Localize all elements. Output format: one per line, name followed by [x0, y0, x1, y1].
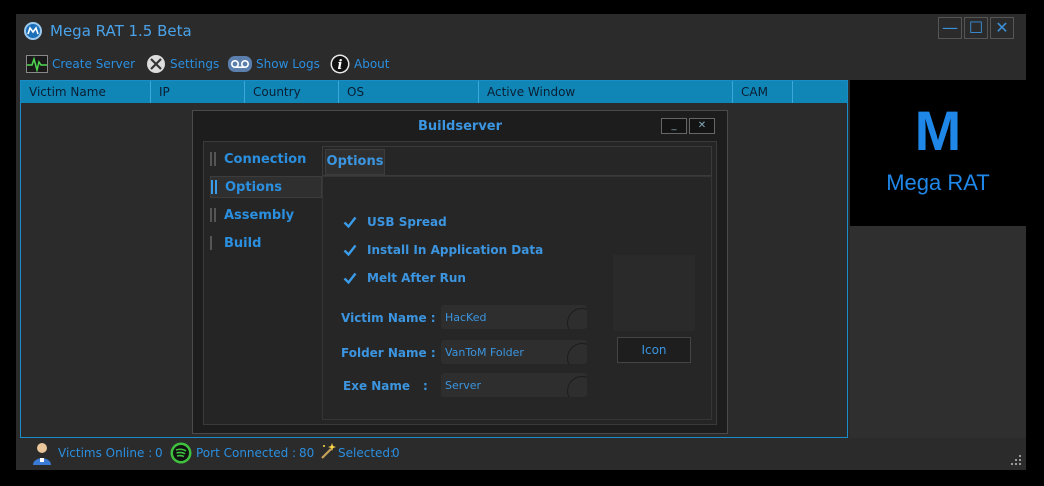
- folder-name-field[interactable]: [441, 340, 587, 364]
- port-connected-label: Port Connected :: [196, 446, 297, 460]
- sidebar-item-label: Assembly: [224, 207, 295, 223]
- icon-preview: [613, 255, 695, 331]
- pulse-monitor-icon: [26, 55, 48, 73]
- column-ip[interactable]: IP: [151, 81, 245, 103]
- status-bar: Victims Online : 0 Port Connected : 80 S…: [16, 438, 1026, 470]
- logo-name: Mega RAT: [886, 170, 990, 195]
- icon-button[interactable]: Icon: [617, 337, 691, 363]
- victim-name-label: Victim Name :: [341, 311, 436, 325]
- bars-icon: [210, 152, 218, 166]
- side-panel: [850, 226, 1026, 438]
- sidebar-item-label: Connection: [224, 151, 307, 167]
- column-cam[interactable]: CAM: [733, 81, 793, 103]
- column-active-window[interactable]: Active Window: [479, 81, 733, 103]
- folder-name-input[interactable]: [441, 340, 571, 364]
- exe-name-input[interactable]: [441, 373, 571, 397]
- svg-text:i: i: [338, 58, 343, 73]
- install-appdata-checkbox[interactable]: Install In Application Data: [343, 241, 543, 259]
- maximize-button[interactable]: ☐: [964, 17, 988, 39]
- selected-value: 0: [392, 446, 400, 460]
- check-icon: [343, 272, 357, 285]
- options-page: USB Spread Install In Application Data M…: [322, 176, 712, 420]
- close-button[interactable]: ✕: [990, 17, 1014, 39]
- title-bar[interactable]: Mega RAT 1.5 Beta — ☐ ✕: [16, 14, 1026, 48]
- exe-name-colon: :: [423, 379, 428, 393]
- checkbox-label: Melt After Run: [367, 271, 466, 285]
- sidebar-item-label: Options: [225, 179, 282, 195]
- dialog-body: Connection Options Assembly Build Option…: [203, 141, 717, 425]
- tools-icon: [147, 55, 165, 73]
- exe-name-label: Exe Name: [343, 379, 411, 393]
- settings-menu[interactable]: Settings: [146, 52, 219, 76]
- logo-panel: M Mega RAT: [850, 80, 1026, 226]
- show-logs-menu[interactable]: Show Logs: [228, 52, 320, 76]
- settings-label: Settings: [170, 57, 220, 71]
- window-title: Mega RAT 1.5 Beta: [50, 22, 192, 40]
- victims-online-value: 0: [155, 446, 163, 460]
- port-icon: [170, 442, 192, 464]
- folder-name-label: Folder Name :: [341, 346, 436, 360]
- grid-header: Victim Name IP Country OS Active Window …: [21, 81, 847, 103]
- dialog-title: Buildserver: [417, 119, 503, 134]
- checkbox-label: USB Spread: [367, 215, 447, 229]
- victim-name-input[interactable]: [441, 305, 571, 329]
- resize-grip-icon[interactable]: [1010, 454, 1022, 466]
- checkbox-label: Install In Application Data: [367, 243, 544, 257]
- tab-options[interactable]: Options: [325, 149, 385, 175]
- app-logo-icon: [24, 22, 42, 40]
- dialog-minimize-button[interactable]: _: [661, 118, 687, 134]
- magic-wand-icon: [321, 443, 336, 459]
- victims-online-label: Victims Online :: [58, 446, 153, 460]
- column-country[interactable]: Country: [245, 81, 339, 103]
- buildserver-dialog: Buildserver _ ✕ Connection Options Assem…: [192, 110, 728, 434]
- user-icon: [33, 443, 51, 465]
- selected-label: Selected:: [338, 446, 395, 460]
- sidebar-item-options[interactable]: Options: [210, 176, 322, 198]
- sidebar-item-connection[interactable]: Connection: [210, 148, 322, 170]
- sidebar-item-build[interactable]: Build: [210, 232, 322, 254]
- exe-name-field[interactable]: [441, 373, 587, 397]
- column-victim-name[interactable]: Victim Name: [21, 81, 151, 103]
- bars-icon: [210, 208, 218, 222]
- create-server-menu[interactable]: Create Server: [26, 52, 135, 76]
- check-icon: [343, 216, 357, 229]
- melt-after-run-checkbox[interactable]: Melt After Run: [343, 269, 466, 287]
- port-connected-value: 80: [299, 446, 315, 460]
- bars-icon: [210, 236, 218, 250]
- about-label: About: [354, 57, 390, 71]
- create-server-label: Create Server: [52, 57, 136, 71]
- sidebar-item-label: Build: [224, 235, 262, 251]
- sidebar-item-assembly[interactable]: Assembly: [210, 204, 322, 226]
- usb-spread-checkbox[interactable]: USB Spread: [343, 213, 447, 231]
- column-os[interactable]: OS: [339, 81, 479, 103]
- voicemail-icon: [228, 56, 252, 72]
- info-icon: i: [330, 54, 350, 74]
- bars-icon: [211, 180, 219, 194]
- victim-name-field[interactable]: [441, 305, 587, 329]
- tab-strip: Options: [322, 146, 712, 176]
- about-menu[interactable]: i About: [330, 52, 389, 76]
- check-icon: [343, 244, 357, 257]
- dialog-close-button[interactable]: ✕: [689, 118, 715, 134]
- show-logs-label: Show Logs: [256, 57, 320, 71]
- logo-letter: M: [914, 99, 962, 162]
- minimize-button[interactable]: —: [938, 17, 962, 39]
